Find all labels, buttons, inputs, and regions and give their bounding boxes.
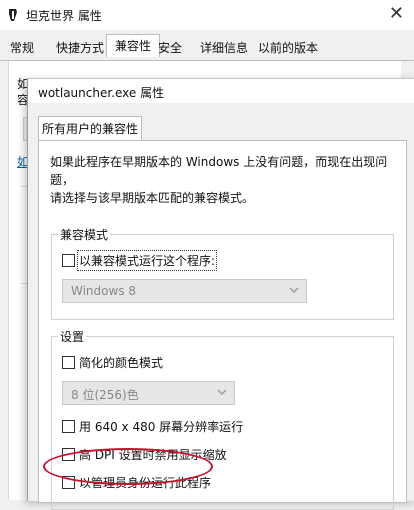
- wotlauncher-properties-dialog: wotlauncher.exe 属性 所有用户的兼容性 如果此程序在早期版本的 …: [27, 78, 414, 510]
- description-line: 请选择与该早期版本匹配的兼容模式。: [50, 191, 255, 205]
- tab-security[interactable]: 安全: [152, 37, 188, 58]
- run-640x480-checkbox[interactable]: [62, 420, 75, 433]
- reduced-color-label[interactable]: 简化的颜色模式: [79, 354, 163, 371]
- color-mode-select[interactable]: 8 位(256)色: [62, 381, 235, 405]
- background-title-bar: 坦克世界 属性 ✕: [0, 0, 414, 31]
- tab-shortcut[interactable]: 快捷方式: [50, 37, 110, 58]
- run-640x480-checkbox-row[interactable]: 用 640 x 480 屏幕分辨率运行: [62, 418, 243, 435]
- compat-mode-select-value: Windows 8: [71, 284, 137, 298]
- chevron-down-icon: [289, 287, 299, 293]
- close-icon[interactable]: ✕: [389, 4, 404, 24]
- annotation-highlight-oval: [43, 448, 213, 485]
- compat-mode-group: 兼容模式 以兼容模式运行这个程序: Windows 8: [51, 226, 394, 320]
- chevron-down-icon: [217, 389, 227, 395]
- tab-general[interactable]: 常规: [4, 37, 40, 58]
- compat-mode-select[interactable]: Windows 8: [62, 279, 307, 303]
- tab-previous-versions[interactable]: 以前的版本: [252, 37, 324, 58]
- reduced-color-checkbox[interactable]: [62, 356, 75, 369]
- color-mode-select-value: 8 位(256)色: [71, 388, 139, 402]
- tab-details[interactable]: 详细信息: [194, 37, 254, 58]
- compat-mode-checkbox-label[interactable]: 以兼容模式运行这个程序:: [76, 250, 218, 271]
- reduced-color-checkbox-row[interactable]: 简化的颜色模式: [62, 354, 163, 371]
- dialog-title-bar: wotlauncher.exe 属性: [28, 79, 414, 103]
- description-line: 如果此程序在早期版本的 Windows 上没有问题，而现在出现问题，: [50, 155, 388, 187]
- tank-app-icon: [9, 9, 17, 21]
- compat-mode-group-title: 兼容模式: [58, 226, 111, 243]
- description-text: 如果此程序在早期版本的 Windows 上没有问题，而现在出现问题， 请选择与该…: [50, 153, 395, 207]
- run-640x480-label[interactable]: 用 640 x 480 屏幕分辨率运行: [79, 418, 243, 435]
- settings-group-title: 设置: [58, 328, 87, 345]
- background-tab-strip: 常规 快捷方式 兼容性 安全 详细信息 以前的版本: [0, 30, 414, 61]
- tab-all-users-compatibility[interactable]: 所有用户的兼容性: [38, 116, 142, 141]
- compat-mode-checkbox[interactable]: [62, 254, 75, 267]
- dialog-body: 所有用户的兼容性 如果此程序在早期版本的 Windows 上没有问题，而现在出现…: [28, 103, 414, 510]
- compat-mode-checkbox-row[interactable]: 以兼容模式运行这个程序:: [62, 250, 218, 271]
- dialog-title: wotlauncher.exe 属性: [38, 86, 165, 100]
- background-window-title: 坦克世界 属性: [26, 9, 102, 23]
